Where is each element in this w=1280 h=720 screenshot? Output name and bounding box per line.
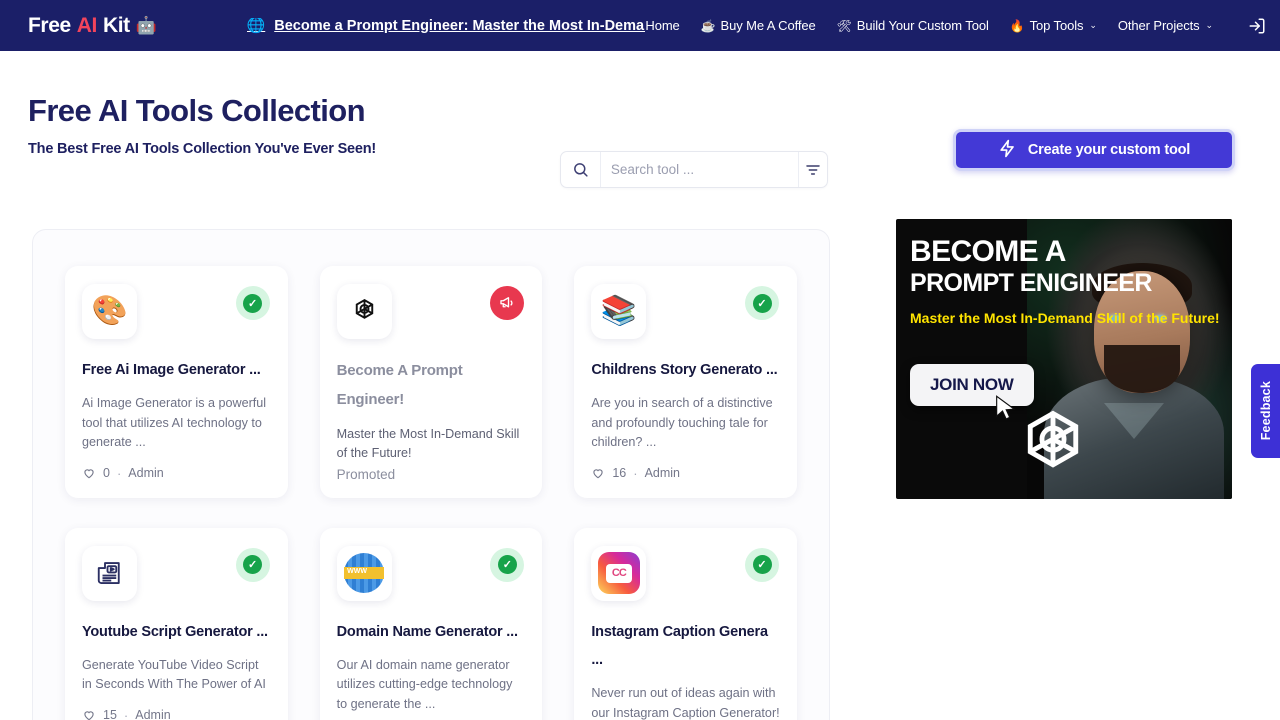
tool-card-title: Childrens Story Generato ... <box>591 356 780 384</box>
tool-card-meta: 0 · Admin <box>82 466 271 481</box>
logo-text-kit: Kit <box>103 14 130 38</box>
tool-card-header <box>337 284 526 339</box>
tool-card-description: Are you in search of a distinctive and p… <box>591 394 780 453</box>
tool-card-author: Admin <box>135 708 170 720</box>
heart-icon[interactable] <box>82 708 96 720</box>
promoted-megaphone-badge <box>490 286 524 320</box>
tool-card-description: Ai Image Generator is a powerful tool th… <box>82 394 271 453</box>
feedback-label: Feedback <box>1259 381 1273 440</box>
page-body: Free AI Tools Collection The Best Free A… <box>0 51 1280 720</box>
nav-link-home-label: Home <box>645 18 679 33</box>
lightning-bolt-icon <box>998 139 1017 162</box>
tool-card[interactable]: 📚 ✓ Childrens Story Generato ... Are you… <box>574 266 797 498</box>
tool-card-description: Master the Most In-Demand Skill of the F… <box>337 425 526 464</box>
search-icon[interactable] <box>561 152 601 187</box>
tool-card-header: 📚 ✓ <box>591 284 780 339</box>
openai-logo-icon <box>1014 405 1092 488</box>
ad-headline-line1: BECOME A <box>910 237 1066 267</box>
meta-separator: · <box>633 466 637 481</box>
tool-card-likes: 15 <box>103 708 117 720</box>
globe-icon: 🌐 <box>247 18 266 33</box>
tool-card-author: Admin <box>128 466 163 480</box>
tool-card-header: 🎨 ✓ <box>82 284 271 339</box>
verified-badge: ✓ <box>745 286 779 320</box>
sidebar-ad-banner[interactable]: BECOME A PROMPT ENIGINEER Master the Mos… <box>896 219 1232 499</box>
fire-icon: 🔥 <box>1010 19 1025 33</box>
tool-card-author: Admin <box>645 466 680 480</box>
tool-card-header: ✓ <box>82 546 271 601</box>
openai-logo-icon <box>337 284 392 339</box>
tool-card-title: Youtube Script Generator ... <box>82 618 271 646</box>
search-input[interactable] <box>601 152 798 187</box>
chevron-down-icon: ⌄ <box>1089 20 1096 31</box>
ad-beard <box>1104 345 1180 393</box>
books-glyph: 📚 <box>601 297 637 326</box>
logo-text-ai: AI <box>77 14 97 38</box>
tool-card-likes: 16 <box>612 466 626 480</box>
tool-card-promoted[interactable]: Become A Prompt Engineer! Master the Mos… <box>320 266 543 498</box>
tools-icon: 🛠 <box>837 19 852 33</box>
tool-card-header: CC ✓ <box>591 546 780 601</box>
tool-card[interactable]: ✓ Domain Name Generator ... Our AI domai… <box>320 528 543 720</box>
chevron-down-icon: ⌄ <box>1206 20 1213 31</box>
search-bar <box>560 151 828 188</box>
nav-link-build-custom-tool[interactable]: 🛠 Build Your Custom Tool <box>837 18 989 33</box>
navbar-links: Home ☕ Buy Me A Coffee 🛠 Build Your Cust… <box>645 17 1266 35</box>
tool-card-title: Domain Name Generator ... <box>337 618 526 646</box>
tool-card-header: ✓ <box>337 546 526 601</box>
verified-badge: ✓ <box>490 548 524 582</box>
nav-dropdown-top-tools[interactable]: 🔥 Top Tools ⌄ <box>1010 18 1097 33</box>
tool-card[interactable]: 🎨 ✓ Free Ai Image Generator ... Ai Image… <box>65 266 288 498</box>
tool-card-title: Become A Prompt Engineer! <box>337 356 526 415</box>
create-custom-tool-label: Create your custom tool <box>1028 142 1190 158</box>
tool-card[interactable]: CC ✓ Instagram Caption Genera ... Never … <box>574 528 797 720</box>
verified-badge: ✓ <box>745 548 779 582</box>
login-icon[interactable] <box>1248 17 1266 35</box>
palette-glyph: 🎨 <box>91 297 127 326</box>
video-script-icon <box>82 546 137 601</box>
tool-card-description: Never run out of ideas again with our In… <box>591 684 780 720</box>
top-navbar: FreeAIKit 🤖 🌐 Become a Prompt Engineer: … <box>0 0 1280 51</box>
heart-icon[interactable] <box>82 466 96 480</box>
verified-badge: ✓ <box>236 548 270 582</box>
child-reading-icon: 📚 <box>591 284 646 339</box>
page-title: Free AI Tools Collection <box>28 93 1280 129</box>
feedback-tab[interactable]: Feedback <box>1251 364 1280 458</box>
ad-headline-line2: PROMPT ENIGINEER <box>910 271 1152 296</box>
heart-icon[interactable] <box>591 466 605 480</box>
tool-card-description: Our AI domain name generator utilizes cu… <box>337 656 526 715</box>
robot-icon: 🤖 <box>136 17 157 34</box>
nav-link-buy-me-a-coffee[interactable]: ☕ Buy Me A Coffee <box>701 18 816 33</box>
verified-badge: ✓ <box>236 286 270 320</box>
tool-card-meta: 16 · Admin <box>591 466 780 481</box>
instagram-caption-icon: CC <box>591 546 646 601</box>
tool-card-meta: 15 · Admin <box>82 708 271 720</box>
tool-card-description: Generate YouTube Video Script in Seconds… <box>82 656 271 695</box>
meta-separator: · <box>117 466 121 481</box>
ad-subtitle: Master the Most In-Demand Skill of the F… <box>910 308 1220 328</box>
promoted-label: Promoted <box>337 467 526 482</box>
tool-card-likes: 0 <box>103 466 110 480</box>
globe-www-icon <box>337 546 392 601</box>
site-logo[interactable]: FreeAIKit 🤖 <box>28 14 157 38</box>
nav-link-home[interactable]: Home <box>645 18 679 33</box>
nav-other-projects-label: Other Projects <box>1118 18 1200 33</box>
tool-card[interactable]: ✓ Youtube Script Generator ... Generate … <box>65 528 288 720</box>
logo-text-free: Free <box>28 14 71 38</box>
nav-top-tools-label: Top Tools <box>1030 18 1084 33</box>
tools-panel: 🎨 ✓ Free Ai Image Generator ... Ai Image… <box>32 229 830 720</box>
navbar-promo-link[interactable]: 🌐 Become a Prompt Engineer: Master the M… <box>247 18 646 34</box>
nav-link-build-label: Build Your Custom Tool <box>857 18 989 33</box>
coffee-icon: ☕ <box>701 19 716 33</box>
nav-link-coffee-label: Buy Me A Coffee <box>721 18 816 33</box>
create-custom-tool-button[interactable]: Create your custom tool <box>953 129 1235 171</box>
meta-separator: · <box>124 708 128 720</box>
tool-card-title: Free Ai Image Generator ... <box>82 356 271 384</box>
filter-icon[interactable] <box>798 152 827 187</box>
navbar-promo-text: Become a Prompt Engineer: Master the Mos… <box>274 18 645 34</box>
palette-icon: 🎨 <box>82 284 137 339</box>
nav-dropdown-other-projects[interactable]: Other Projects ⌄ <box>1118 18 1213 33</box>
tool-card-title: Instagram Caption Genera ... <box>591 618 780 675</box>
tools-grid: 🎨 ✓ Free Ai Image Generator ... Ai Image… <box>65 266 797 720</box>
